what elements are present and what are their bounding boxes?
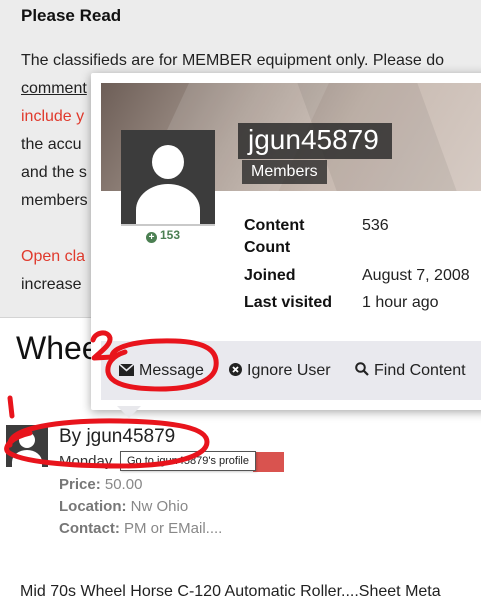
reputation-badge: +153 — [146, 228, 180, 243]
plus-circle-icon: + — [146, 232, 157, 243]
hovercard-group: Members — [242, 160, 327, 184]
hovercard-actions: Message Ignore User Find Content — [101, 341, 481, 400]
profile-tooltip: Go to jgun45879's profile — [120, 451, 256, 471]
listing-description: Mid 70s Wheel Horse C-120 Automatic Roll… — [20, 583, 441, 600]
price-label: Price: — [59, 476, 101, 493]
times-circle-icon — [229, 363, 242, 381]
stat-label-last-visited: Last visited — [244, 294, 333, 311]
location-field: Location: Nw Ohio — [59, 498, 188, 515]
notice-comment-link[interactable]: comment — [21, 80, 87, 98]
ignore-user-button[interactable]: Ignore User — [229, 362, 331, 381]
stat-value-content-count: 536 — [362, 217, 389, 234]
author-avatar[interactable] — [6, 425, 48, 467]
notice-open-classifieds-link[interactable]: Open cla — [21, 248, 85, 266]
status-badge — [253, 452, 284, 472]
contact-label: Contact: — [59, 520, 120, 537]
notice-title: Please Read — [21, 6, 122, 25]
notice-text: The classifieds are for MEMBER equipment… — [21, 52, 445, 69]
listing-date: Monday — [59, 453, 113, 470]
stat-label-content-count: Content Count — [244, 217, 305, 256]
search-icon — [355, 362, 369, 381]
page-title: Whee — [16, 330, 100, 366]
price-value: 50.00 — [104, 476, 143, 493]
notice-text: members — [21, 192, 88, 209]
annotation-number-one — [7, 395, 15, 419]
stat-value-last-visited: 1 hour ago — [362, 294, 439, 311]
notice-text: the accu — [21, 136, 82, 153]
location-label: Location: — [59, 498, 127, 515]
stat-value-joined: August 7, 2008 — [362, 267, 470, 284]
notice-text: and the s — [21, 164, 87, 181]
find-content-button[interactable]: Find Content — [355, 362, 466, 381]
price-field: Price: 50.00 — [59, 476, 142, 493]
user-hovercard: jgun45879 Members +153 Content Count 536… — [91, 73, 481, 410]
message-button[interactable]: Message — [118, 362, 204, 381]
hovercard-pointer — [117, 406, 141, 418]
notice-text-red: include y — [21, 108, 85, 125]
notice-text: increase — [21, 276, 82, 293]
contact-value: PM or EMail.... — [124, 520, 223, 537]
hovercard-username[interactable]: jgun45879 — [238, 123, 392, 159]
location-value: Nw Ohio — [130, 498, 189, 515]
stat-label-joined: Joined — [244, 267, 296, 284]
contact-field: Contact: PM or EMail.... — [59, 520, 222, 537]
avatar-divider — [121, 224, 215, 226]
hovercard-avatar[interactable] — [121, 130, 215, 224]
listing-author-link[interactable]: By jgun45879 — [59, 426, 175, 448]
reputation-value: 153 — [160, 228, 181, 242]
envelope-icon — [118, 363, 135, 381]
